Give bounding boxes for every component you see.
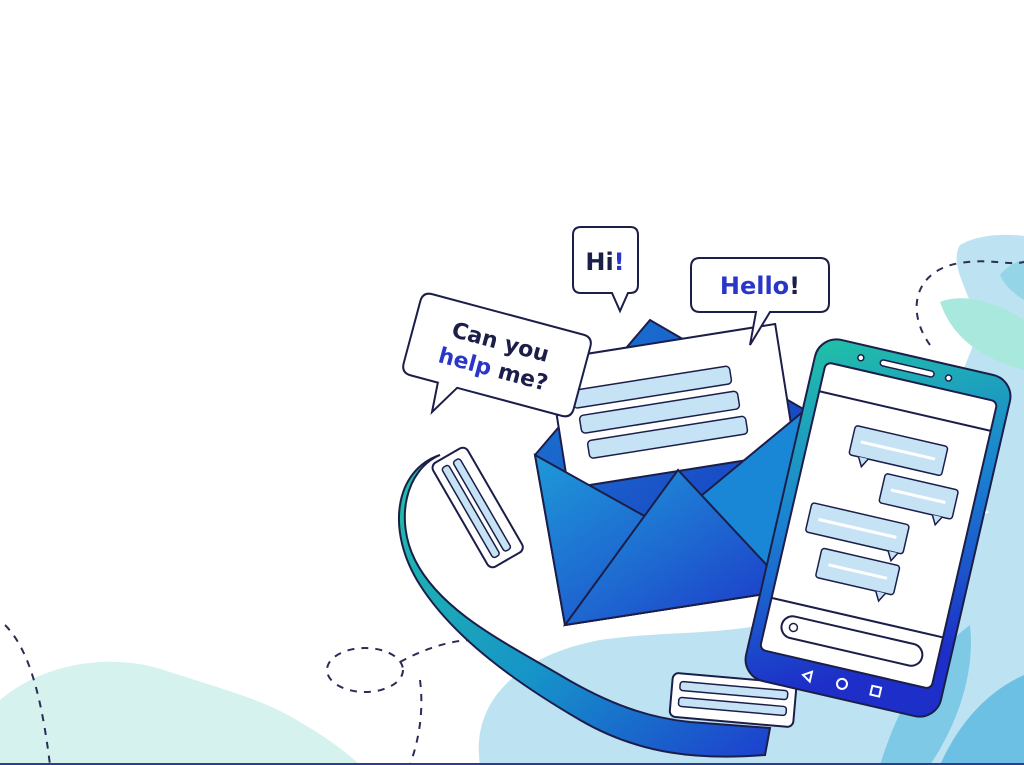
handset-earpiece [431, 446, 524, 569]
dashed-curve-center [399, 639, 471, 765]
svg-text:Hello!: Hello! [720, 272, 800, 300]
speech-bubble-hi: Hi! [572, 226, 639, 314]
svg-text:Hi!: Hi! [585, 248, 624, 276]
bubble-hi-mark: ! [614, 248, 625, 276]
contact-illustration: Hi! Hello! Can you help me? [0, 226, 1024, 765]
bubble-hi-text: Hi [585, 248, 613, 276]
illustration-stage: Hi! Hello! Can you help me? [0, 0, 1024, 765]
dashed-loop [326, 647, 404, 693]
bubble-hello-mark: ! [789, 272, 800, 300]
bubble-hello-text: Hello [720, 272, 789, 300]
input-cursor [788, 622, 799, 633]
mint-blob-left [0, 661, 360, 765]
